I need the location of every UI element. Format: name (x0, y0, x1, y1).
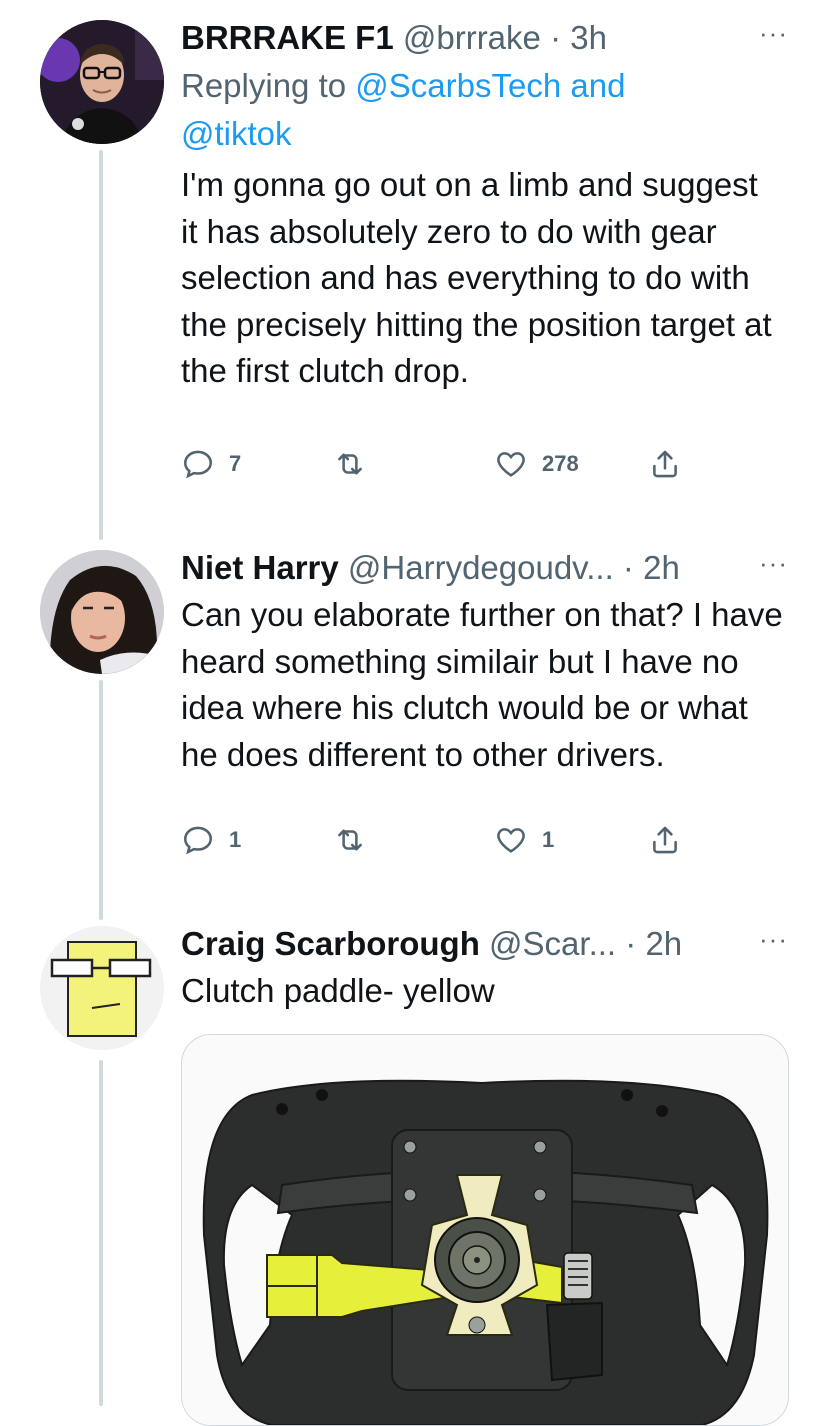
avatar-brrrake[interactable] (40, 20, 164, 144)
thread-connector (99, 1060, 103, 1406)
share-icon (653, 450, 677, 478)
display-name[interactable]: Craig Scarborough (181, 925, 480, 962)
tweet-brrrake[interactable]: BRRRAKE F1 @brrrake · 3h ··· Replying to… (0, 0, 828, 540)
avatar-niet-harry[interactable] (40, 550, 164, 674)
like-count: 1 (542, 827, 555, 852)
like-button[interactable]: 1 (494, 823, 554, 857)
separator-dot: · (550, 19, 562, 56)
mention-link-tiktok[interactable]: @tiktok (181, 115, 292, 152)
like-button[interactable]: 278 (494, 447, 579, 481)
tweet-text: Can you elaborate further on that? I hav… (181, 596, 783, 773)
tweet-header: Niet Harry @Harrydegoudv... · 2h (181, 548, 788, 588)
retweet-button[interactable] (333, 823, 381, 857)
reply-count: 1 (229, 827, 242, 852)
tweet-text: Clutch paddle- yellow (181, 972, 495, 1009)
steering-wheel-illustration (182, 1035, 788, 1425)
timestamp[interactable]: 2h (643, 549, 680, 586)
avatar-brrrake-image (40, 20, 164, 144)
tweet-craig-scarborough[interactable]: Craig Scarborough @Scar... · 2h ··· Clut… (0, 910, 828, 1426)
more-options-icon[interactable]: ··· (759, 18, 788, 48)
like-count: 278 (542, 451, 579, 476)
mention-and[interactable]: and (570, 67, 625, 104)
more-options-icon[interactable]: ··· (759, 924, 788, 954)
timestamp[interactable]: 3h (570, 19, 607, 56)
reply-icon (183, 826, 213, 855)
reply-count: 7 (229, 451, 242, 476)
reply-icon (183, 450, 213, 479)
retweet-icon (338, 829, 362, 851)
share-button[interactable] (648, 823, 682, 857)
tweet-text: I'm gonna go out on a limb and suggest i… (181, 166, 772, 389)
avatar-craig-image (40, 926, 164, 1050)
user-handle[interactable]: @brrrake (403, 19, 541, 56)
separator-dot: · (625, 925, 637, 962)
media-image-card[interactable] (181, 1034, 789, 1426)
heart-icon (497, 452, 525, 477)
retweet-icon (338, 453, 362, 475)
user-handle[interactable]: @Harrydegoudv... (348, 549, 614, 586)
timestamp[interactable]: 2h (645, 925, 682, 962)
share-icon (653, 826, 677, 854)
tweet-niet-harry[interactable]: Niet Harry @Harrydegoudv... · 2h ··· Can… (0, 530, 828, 920)
reply-button[interactable]: 7 (181, 447, 241, 481)
reply-button[interactable]: 1 (181, 823, 241, 857)
replying-to: Replying to @ScarbsTech and @tiktok (181, 62, 788, 158)
thread-connector (99, 680, 103, 920)
display-name[interactable]: BRRRAKE F1 (181, 19, 394, 56)
user-handle[interactable]: @Scar... (489, 925, 616, 962)
display-name[interactable]: Niet Harry (181, 549, 339, 586)
separator-dot: · (622, 549, 634, 586)
thread-connector (99, 150, 103, 540)
replying-to-label: Replying to (181, 67, 347, 104)
tweet-header: BRRRAKE F1 @brrrake · 3h (181, 18, 788, 58)
share-button[interactable] (648, 447, 682, 481)
avatar-craig-scarborough[interactable] (40, 926, 164, 1050)
more-options-icon[interactable]: ··· (759, 548, 788, 578)
mention-link-scarbstech[interactable]: @ScarbsTech (355, 67, 561, 104)
retweet-button[interactable] (333, 447, 381, 481)
heart-icon (497, 828, 525, 853)
tweet-header: Craig Scarborough @Scar... · 2h (181, 924, 788, 964)
avatar-niet-harry-image (40, 550, 164, 674)
